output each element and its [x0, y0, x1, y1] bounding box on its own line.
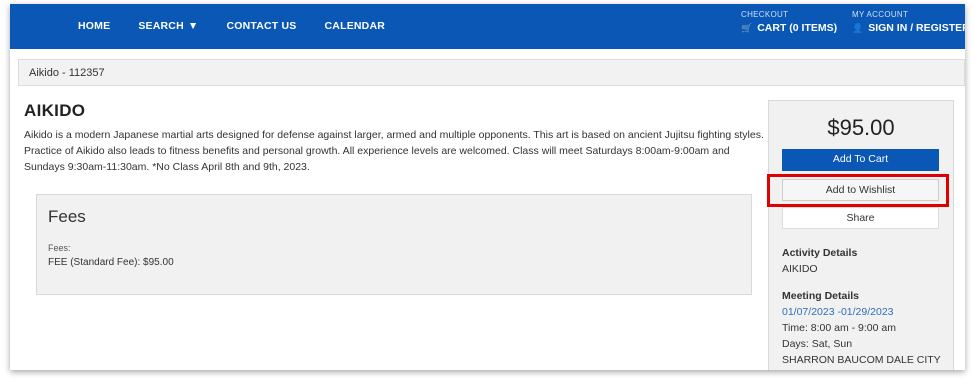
checkout-caption: CHECKOUT	[741, 10, 789, 19]
nav-search-label: SEARCH	[138, 20, 184, 32]
fees-heading: Fees	[48, 207, 86, 226]
chevron-down-icon: ▼	[187, 20, 199, 32]
breadcrumb: Aikido - 112357	[18, 59, 965, 86]
meeting-dates: 01/07/2023 -01/29/2023	[782, 306, 894, 318]
checkout-block: CHECKOUT 🛒 CART (0 ITEMS)	[741, 10, 837, 34]
nav-contact-us[interactable]: CONTACT US	[226, 20, 296, 32]
share-button[interactable]: Share	[782, 207, 939, 229]
signin-label: SIGN IN / REGISTER	[868, 22, 965, 34]
cart-label: CART (0 ITEMS)	[757, 22, 838, 34]
my-account-caption: MY ACCOUNT	[852, 10, 909, 19]
meeting-location: SHARRON BAUCOM DALE CITY	[782, 354, 941, 366]
top-navigation-bar: HOME SEARCH ▼ CONTACT US CALENDAR CHECKOU…	[10, 4, 965, 49]
purchase-sidebar: $95.00 Add To Cart Add to Wishlist Share…	[767, 100, 954, 370]
browser-page: HOME SEARCH ▼ CONTACT US CALENDAR CHECKOU…	[10, 4, 965, 370]
cart-link[interactable]: 🛒 CART (0 ITEMS)	[741, 22, 837, 34]
add-to-cart-button[interactable]: Add To Cart	[782, 149, 939, 171]
nav-search[interactable]: SEARCH ▼	[138, 20, 198, 32]
nav-home[interactable]: HOME	[78, 20, 110, 32]
meeting-days: Days: Sat, Sun	[782, 338, 853, 350]
activity-description: Aikido is a modern Japanese martial arts…	[24, 129, 764, 173]
activity-details-value: AIKIDO	[782, 263, 818, 275]
meeting-details-heading: Meeting Details	[782, 290, 860, 302]
fees-label: Fees:	[48, 243, 71, 253]
highlight-box	[767, 174, 949, 207]
fees-panel: Fees Fees: FEE (Standard Fee): $95.00	[36, 194, 752, 295]
fee-line: FEE (Standard Fee): $95.00	[48, 257, 174, 268]
main-nav: HOME SEARCH ▼ CONTACT US CALENDAR	[78, 20, 385, 32]
price: $95.00	[827, 115, 895, 140]
user-icon: 👤	[852, 23, 864, 33]
activity-details-heading: Activity Details	[782, 247, 858, 259]
breadcrumb-text: Aikido - 112357	[29, 67, 105, 79]
cart-icon: 🛒	[741, 23, 753, 33]
nav-calendar[interactable]: CALENDAR	[325, 20, 386, 32]
page-title: AIKIDO	[24, 101, 86, 120]
meeting-time: Time: 8:00 am - 9:00 am	[782, 322, 896, 334]
account-block: MY ACCOUNT 👤 SIGN IN / REGISTER	[852, 10, 965, 34]
signin-link[interactable]: 👤 SIGN IN / REGISTER	[852, 22, 965, 34]
